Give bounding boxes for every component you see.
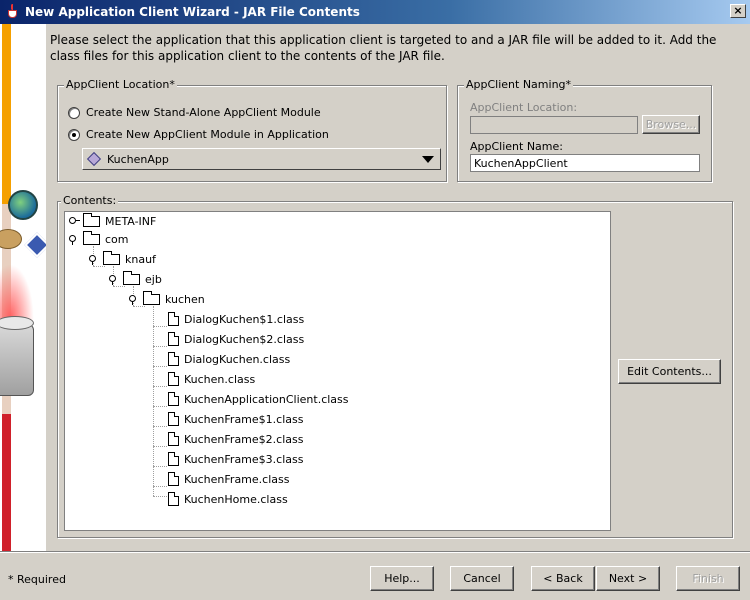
tree-node-meta-inf[interactable]: META-INF — [69, 212, 156, 230]
tree-file-kuchenhome[interactable]: KuchenHome.class — [168, 490, 288, 508]
appclient-location-group: AppClient Location* Create New Stand-Alo… — [57, 78, 447, 182]
standalone-module-label: Create New Stand-Alone AppClient Module — [86, 106, 321, 119]
wizard-content: Please select the application that this … — [46, 24, 750, 551]
folder-icon — [83, 212, 100, 227]
collapse-handle-icon[interactable] — [129, 294, 139, 305]
collapse-handle-icon[interactable] — [69, 234, 79, 245]
module-in-application-label: Create New AppClient Module in Applicati… — [86, 128, 329, 141]
file-icon — [168, 392, 179, 406]
next-button[interactable]: Next > — [596, 566, 660, 591]
file-icon — [168, 332, 179, 346]
tree-node-label: KuchenHome.class — [184, 492, 288, 506]
tree-node-label: META-INF — [105, 214, 157, 228]
file-icon — [168, 492, 179, 506]
folder-icon — [83, 230, 100, 245]
window-title: New Application Client Wizard - JAR File… — [25, 5, 360, 19]
wizard-side-graphic — [0, 24, 46, 551]
browse-button: Browse... — [642, 115, 700, 134]
appclient-location-field-label: AppClient Location: — [470, 101, 578, 114]
radio-unchecked-icon[interactable] — [68, 106, 80, 119]
folder-icon — [103, 250, 120, 265]
folder-icon — [143, 290, 160, 305]
tree-node-label: KuchenFrame$2.class — [184, 432, 304, 446]
chevron-down-icon[interactable] — [422, 156, 434, 163]
tree-file-kuchenframe1[interactable]: KuchenFrame$1.class — [168, 410, 303, 428]
tree-node-knauf[interactable]: knauf — [89, 250, 156, 268]
edit-contents-button[interactable]: Edit Contents... — [618, 359, 721, 384]
tree-node-label: KuchenFrame$3.class — [184, 452, 304, 466]
finish-button: Finish — [676, 566, 740, 591]
file-icon — [168, 352, 179, 366]
tree-file-kuchenframe[interactable]: KuchenFrame.class — [168, 470, 289, 488]
required-note: * Required — [8, 573, 66, 586]
tree-file-kuchenframe3[interactable]: KuchenFrame$3.class — [168, 450, 303, 468]
tree-file-kuchenapplicationclient[interactable]: KuchenApplicationClient.class — [168, 390, 349, 408]
folder-icon — [123, 270, 140, 285]
module-in-application-radio[interactable]: Create New AppClient Module in Applicati… — [68, 128, 329, 141]
file-icon — [168, 412, 179, 426]
tree-node-label: com — [105, 232, 129, 246]
help-button[interactable]: Help... — [370, 566, 434, 591]
tree-file-kuchenframe2[interactable]: KuchenFrame$2.class — [168, 430, 303, 448]
application-select-value: KuchenApp — [107, 152, 169, 166]
tree-node-label: KuchenApplicationClient.class — [184, 392, 349, 406]
cancel-button[interactable]: Cancel — [450, 566, 514, 591]
tree-node-label: knauf — [125, 252, 156, 266]
contents-tree[interactable]: META-INF com knauf ejb kuchen DialogKuch… — [64, 211, 611, 531]
standalone-module-radio[interactable]: Create New Stand-Alone AppClient Module — [68, 106, 321, 119]
file-icon — [168, 372, 179, 386]
title-bar: New Application Client Wizard - JAR File… — [0, 0, 750, 24]
tree-node-label: Kuchen.class — [184, 372, 256, 386]
tree-node-kuchen[interactable]: kuchen — [129, 290, 205, 308]
instructions-text: Please select the application that this … — [50, 33, 717, 63]
contents-label: Contents: — [61, 194, 119, 207]
footer-separator — [0, 551, 750, 553]
application-diamond-icon — [86, 151, 102, 167]
close-button[interactable]: × — [730, 4, 746, 18]
file-icon — [168, 452, 179, 466]
appclient-name-field[interactable] — [470, 154, 700, 172]
file-icon — [168, 312, 179, 326]
tree-node-label: DialogKuchen.class — [184, 352, 291, 366]
collapse-handle-icon[interactable] — [109, 274, 119, 285]
jar-icon — [0, 324, 34, 396]
tree-node-label: KuchenFrame.class — [184, 472, 290, 486]
file-icon — [168, 432, 179, 446]
file-icon — [168, 472, 179, 486]
back-button[interactable]: < Back — [531, 566, 595, 591]
expand-handle-icon[interactable] — [69, 216, 80, 226]
tree-node-ejb[interactable]: ejb — [109, 270, 162, 288]
application-select[interactable]: KuchenApp — [82, 148, 441, 170]
tree-file-kuchen[interactable]: Kuchen.class — [168, 370, 255, 388]
globe-icon — [8, 190, 38, 220]
java-cup-icon — [5, 4, 21, 20]
tree-node-label: DialogKuchen$2.class — [184, 332, 305, 346]
tree-file-dialogkuchen2[interactable]: DialogKuchen$2.class — [168, 330, 304, 348]
collapse-handle-icon[interactable] — [89, 254, 99, 265]
tree-file-dialogkuchen1[interactable]: DialogKuchen$1.class — [168, 310, 304, 328]
appclient-naming-label: AppClient Naming* — [464, 78, 574, 91]
appclient-location-field — [470, 116, 638, 134]
tree-node-label: DialogKuchen$1.class — [184, 312, 305, 326]
appclient-naming-group: AppClient Naming* AppClient Location: Br… — [457, 78, 712, 182]
appclient-location-label: AppClient Location* — [64, 78, 177, 91]
tree-node-label: ejb — [145, 272, 162, 286]
radio-checked-icon[interactable] — [68, 128, 80, 141]
tree-node-com[interactable]: com — [69, 230, 129, 248]
tree-node-label: kuchen — [165, 292, 205, 306]
tree-node-label: KuchenFrame$1.class — [184, 412, 304, 426]
appclient-name-field-label: AppClient Name: — [470, 140, 563, 153]
diamond-icon — [24, 232, 46, 258]
tree-file-dialogkuchen[interactable]: DialogKuchen.class — [168, 350, 290, 368]
